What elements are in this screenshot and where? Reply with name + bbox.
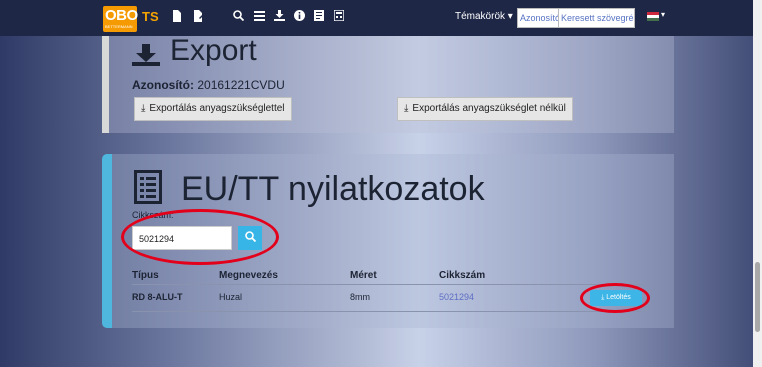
scrollbar-thumb[interactable] (755, 262, 760, 332)
navbar: OBO BETTERMANN TS Témakörök ▾ Azonosító … (0, 0, 762, 36)
export-panel-border (102, 36, 109, 133)
row-cikkszam-link[interactable]: 5021294 (439, 292, 474, 302)
calculator-icon[interactable] (331, 9, 347, 26)
download-icon: ⤓ (141, 103, 146, 114)
export-download-icon (132, 44, 160, 71)
brand-ts[interactable]: TS (142, 9, 159, 24)
table-divider (132, 284, 646, 285)
row-meret: 8mm (350, 292, 370, 302)
column-header-tipus: Típus (132, 270, 159, 281)
azonosito-label: Azonosító: (132, 78, 194, 92)
search-icon[interactable] (230, 10, 246, 26)
download-highlight-circle (580, 283, 650, 313)
download-icon: ⤓ (404, 103, 409, 114)
export-with-label: Exportálás anyagszükséglettel (149, 103, 285, 114)
eu-panel-border (102, 154, 112, 328)
row-tipus: RD 8-ALU-T (132, 292, 183, 302)
hungary-flag-icon[interactable] (647, 12, 659, 21)
azonosito-button[interactable]: Azonosító (517, 8, 564, 28)
column-header-megnevezes: Megnevezés (219, 270, 278, 281)
list-icon[interactable] (251, 10, 267, 26)
column-header-meret: Méret (350, 270, 377, 281)
logo-subtext: BETTERMANN (105, 24, 133, 29)
azonosito-line: Azonosító: 20161221CVDU (132, 78, 285, 92)
chevron-down-icon[interactable]: ▾ (661, 10, 665, 19)
navbar-search-input[interactable]: Keresett szövegrész (558, 8, 635, 28)
row-megnevezes: Huzal (219, 292, 243, 302)
document-icon[interactable] (311, 10, 327, 26)
export-title: Export (170, 34, 257, 67)
file-icon[interactable] (169, 10, 185, 26)
list-document-icon (134, 170, 162, 209)
download-icon[interactable] (271, 10, 287, 26)
export-without-materials-button[interactable]: ⤓ Exportálás anyagszükséglet nélkül (397, 97, 573, 121)
file-edit-icon[interactable] (190, 10, 206, 26)
table-divider-bottom (132, 311, 646, 312)
export-with-materials-button[interactable]: ⤓ Exportálás anyagszükséglettel (134, 97, 292, 121)
topics-dropdown[interactable]: Témakörök ▾ (455, 11, 513, 22)
obo-logo[interactable]: OBO BETTERMANN (103, 6, 138, 32)
column-header-cikkszam: Cikkszám (439, 270, 486, 281)
logo-text: OBO (105, 7, 138, 24)
eu-title: EU/TT nyilatkozatok (181, 170, 485, 208)
info-icon[interactable] (291, 10, 307, 26)
azonosito-value: 20161221CVDU (197, 78, 285, 92)
export-without-label: Exportálás anyagszükséglet nélkül (412, 103, 566, 114)
search-highlight-circle (121, 209, 279, 265)
topics-label: Témakörök (455, 11, 506, 22)
